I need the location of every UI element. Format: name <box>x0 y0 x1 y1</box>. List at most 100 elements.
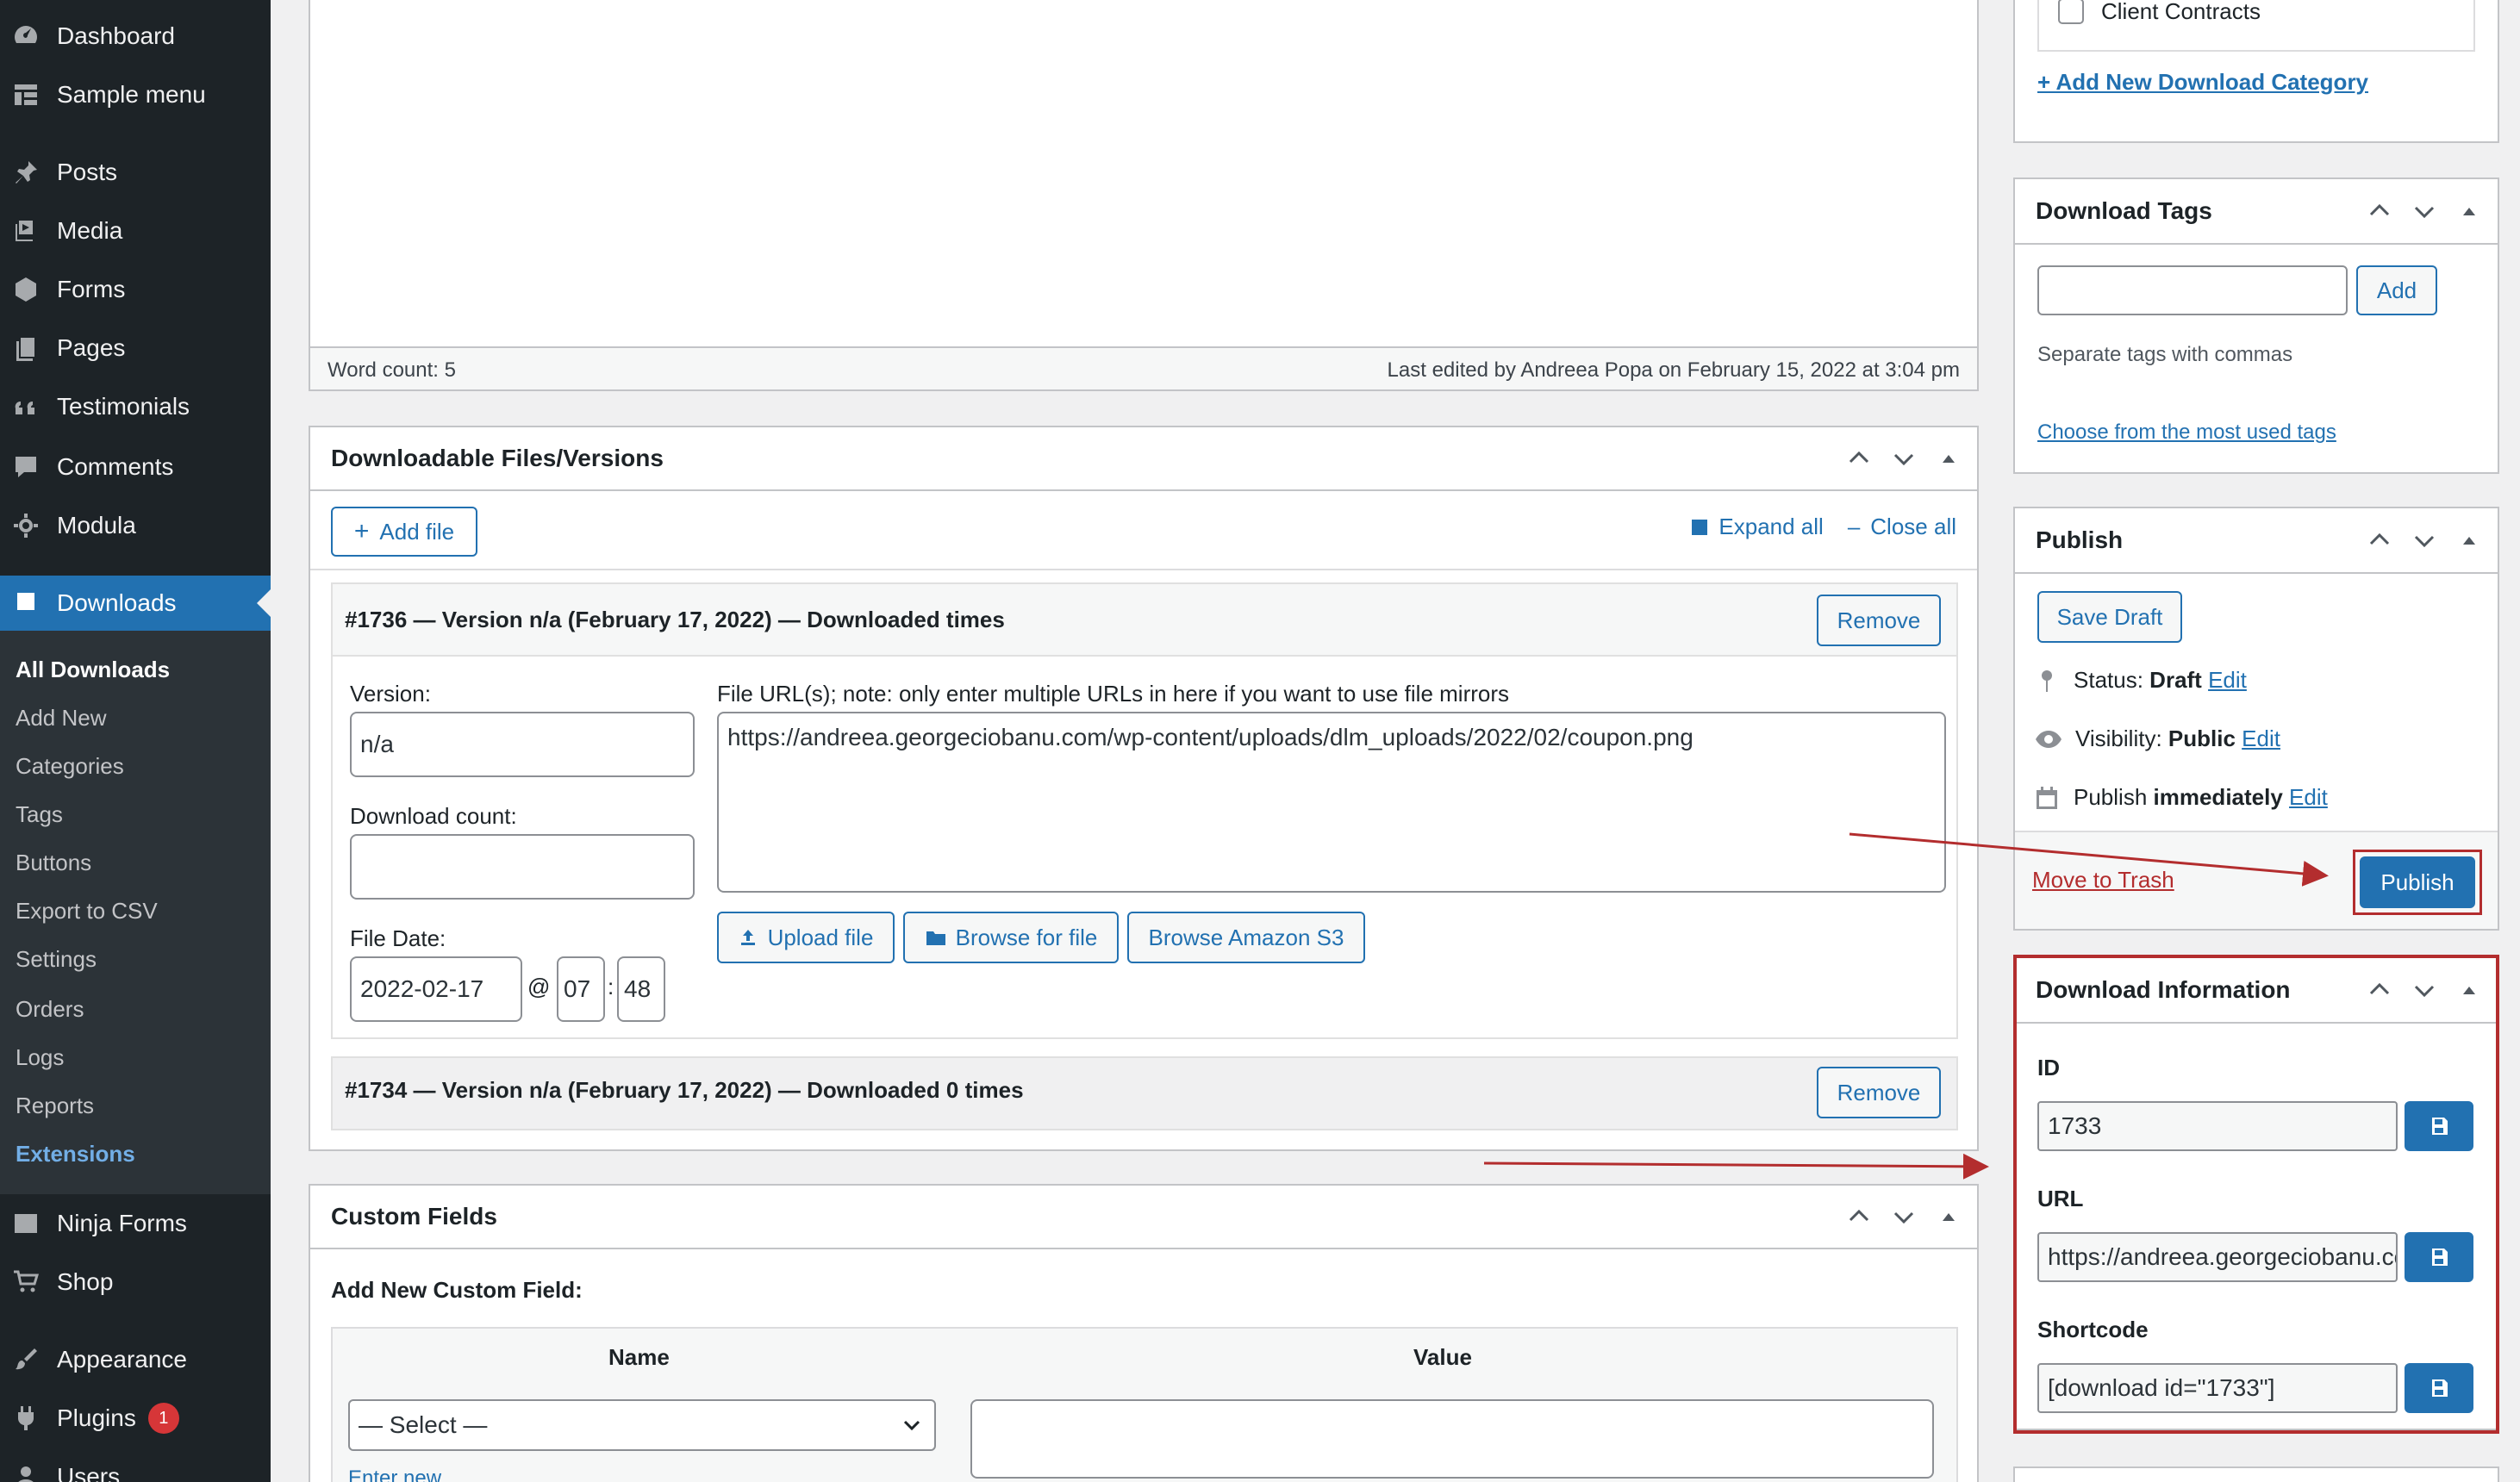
category-checkbox[interactable] <box>2058 0 2084 24</box>
ninja-forms-icon <box>10 1208 41 1239</box>
browse-s3-button[interactable]: Browse Amazon S3 <box>1127 912 1365 963</box>
panel-controls <box>1844 444 1963 473</box>
menu-item-testimonials[interactable]: Testimonials <box>0 379 271 434</box>
annotation-box-download-info <box>2013 955 2499 1434</box>
version-item: #1736 — Version n/a (February 17, 2022) … <box>331 582 1958 1039</box>
menu-label: Shop <box>57 1268 114 1295</box>
menu-item-plugins[interactable]: Plugins 1 <box>0 1391 271 1446</box>
menu-label: Testimonials <box>57 393 190 420</box>
add-file-button[interactable]: + Add file <box>331 507 477 557</box>
move-up-icon[interactable] <box>1844 444 1874 473</box>
tag-input[interactable] <box>2037 265 2348 315</box>
visibility-row: Visibility: Public Edit <box>2034 725 2280 752</box>
menu-item-pages[interactable]: Pages <box>0 321 271 376</box>
move-down-icon[interactable] <box>1889 1202 1918 1231</box>
submenu-all-downloads[interactable]: All Downloads <box>16 657 170 683</box>
edit-status-link[interactable]: Edit <box>2208 667 2247 694</box>
close-all-link[interactable]: – Close all <box>1848 514 1956 540</box>
hour-input[interactable]: 07 <box>557 956 605 1022</box>
custom-field-table: Name Value — Select — Enter new <box>331 1327 1958 1482</box>
submenu-extensions[interactable]: Extensions <box>16 1141 135 1168</box>
paintbrush-icon <box>10 1344 41 1375</box>
minute-input[interactable]: 48 <box>617 956 665 1022</box>
submenu-tags[interactable]: Tags <box>16 801 63 828</box>
remove-button[interactable]: Remove <box>1817 1067 1941 1118</box>
toggle-panel-icon[interactable] <box>1934 1202 1963 1231</box>
menu-item-modula[interactable]: Modula <box>0 498 271 553</box>
move-to-trash-link[interactable]: Move to Trash <box>2032 867 2174 894</box>
submenu-add-new[interactable]: Add New <box>16 705 107 732</box>
expand-icon <box>1692 519 1708 535</box>
submenu-logs[interactable]: Logs <box>16 1044 64 1071</box>
move-down-icon[interactable] <box>2410 196 2439 226</box>
edit-visibility-link[interactable]: Edit <box>2242 725 2280 752</box>
toggle-panel-icon[interactable] <box>2455 526 2484 555</box>
menu-item-downloads[interactable]: Downloads <box>0 576 271 631</box>
move-up-icon[interactable] <box>2365 196 2394 226</box>
column-header-value: Value <box>1413 1344 1472 1370</box>
file-date-input[interactable]: 2022-02-17 <box>350 956 522 1022</box>
publish-button[interactable]: Publish <box>2360 856 2475 908</box>
next-panel-partial <box>2013 1466 2499 1482</box>
add-new-category-link[interactable]: + Add New Download Category <box>2037 69 2368 96</box>
custom-field-name-select[interactable]: — Select — <box>348 1399 936 1451</box>
version-input[interactable]: n/a <box>350 712 695 777</box>
file-urls-textarea[interactable]: https://andreea.georgeciobanu.com/wp-con… <box>717 712 1946 893</box>
eye-icon <box>2036 730 2062 748</box>
dashboard-icon <box>10 21 41 52</box>
download-count-input[interactable] <box>350 834 695 900</box>
menu-item-posts[interactable]: Posts <box>0 145 271 200</box>
choose-tags-link[interactable]: Choose from the most used tags <box>2037 420 2336 445</box>
version-item[interactable]: #1734 — Version n/a (February 17, 2022) … <box>331 1056 1958 1130</box>
menu-item-dashboard[interactable]: Dashboard <box>0 9 271 64</box>
menu-item-users[interactable]: Users <box>0 1449 271 1482</box>
enter-new-link[interactable]: Enter new <box>348 1466 441 1482</box>
expand-all-link[interactable]: Expand all <box>1689 514 1824 540</box>
submenu-categories[interactable]: Categories <box>16 753 124 780</box>
submenu-reports[interactable]: Reports <box>16 1093 94 1119</box>
remove-button[interactable]: Remove <box>1817 595 1941 646</box>
word-count: Word count: 5 <box>327 358 456 382</box>
menu-item-shop[interactable]: Shop <box>0 1255 271 1310</box>
edit-publish-time-link[interactable]: Edit <box>2289 784 2328 811</box>
menu-label: Pages <box>57 334 126 361</box>
custom-fields-panel: Custom Fields Add New Custom Field: Name… <box>309 1184 1979 1482</box>
toggle-panel-icon[interactable] <box>2455 196 2484 226</box>
menu-label: Dashboard <box>57 22 175 49</box>
menu-item-media[interactable]: Media <box>0 203 271 258</box>
comment-icon <box>10 451 41 483</box>
editor-content-area[interactable] <box>310 0 1977 346</box>
move-down-icon[interactable] <box>1889 444 1918 473</box>
panel-controls <box>2365 196 2484 226</box>
plugins-update-badge: 1 <box>147 1403 179 1434</box>
menu-item-sample-menu[interactable]: Sample menu <box>0 67 271 122</box>
submenu-orders[interactable]: Orders <box>16 996 84 1023</box>
tags-hint: Separate tags with commas <box>2037 343 2293 366</box>
save-draft-button[interactable]: Save Draft <box>2037 591 2182 643</box>
editor-status-bar: Word count: 5 Last edited by Andreea Pop… <box>310 346 1977 389</box>
custom-field-value-textarea[interactable] <box>970 1399 1934 1479</box>
browse-file-button[interactable]: Browse for file <box>903 912 1119 963</box>
move-up-icon[interactable] <box>2365 526 2394 555</box>
upload-file-button[interactable]: Upload file <box>717 912 895 963</box>
move-down-icon[interactable] <box>2410 526 2439 555</box>
add-tag-button[interactable]: Add <box>2356 265 2437 315</box>
version-header[interactable]: #1736 — Version n/a (February 17, 2022) … <box>333 584 1956 657</box>
version-label: Version: <box>350 681 431 707</box>
active-arrow <box>257 589 271 617</box>
menu-item-ninja-forms[interactable]: Ninja Forms <box>0 1196 271 1251</box>
submenu-buttons[interactable]: Buttons <box>16 850 91 876</box>
menu-item-forms[interactable]: Forms <box>0 262 271 317</box>
menu-item-comments[interactable]: Comments <box>0 439 271 495</box>
menu-item-appearance[interactable]: Appearance <box>0 1332 271 1387</box>
downloads-submenu: All Downloads Add New Categories Tags Bu… <box>0 631 271 1194</box>
panel-header: Downloadable Files/Versions <box>310 427 1977 491</box>
panel-title: Custom Fields <box>331 1203 497 1230</box>
submenu-export-csv[interactable]: Export to CSV <box>16 898 158 925</box>
category-list: Client Contracts <box>2037 0 2475 52</box>
submenu-settings[interactable]: Settings <box>16 946 97 973</box>
toggle-panel-icon[interactable] <box>1934 444 1963 473</box>
menu-label: Downloads <box>57 589 177 616</box>
quote-icon <box>10 391 41 422</box>
move-up-icon[interactable] <box>1844 1202 1874 1231</box>
